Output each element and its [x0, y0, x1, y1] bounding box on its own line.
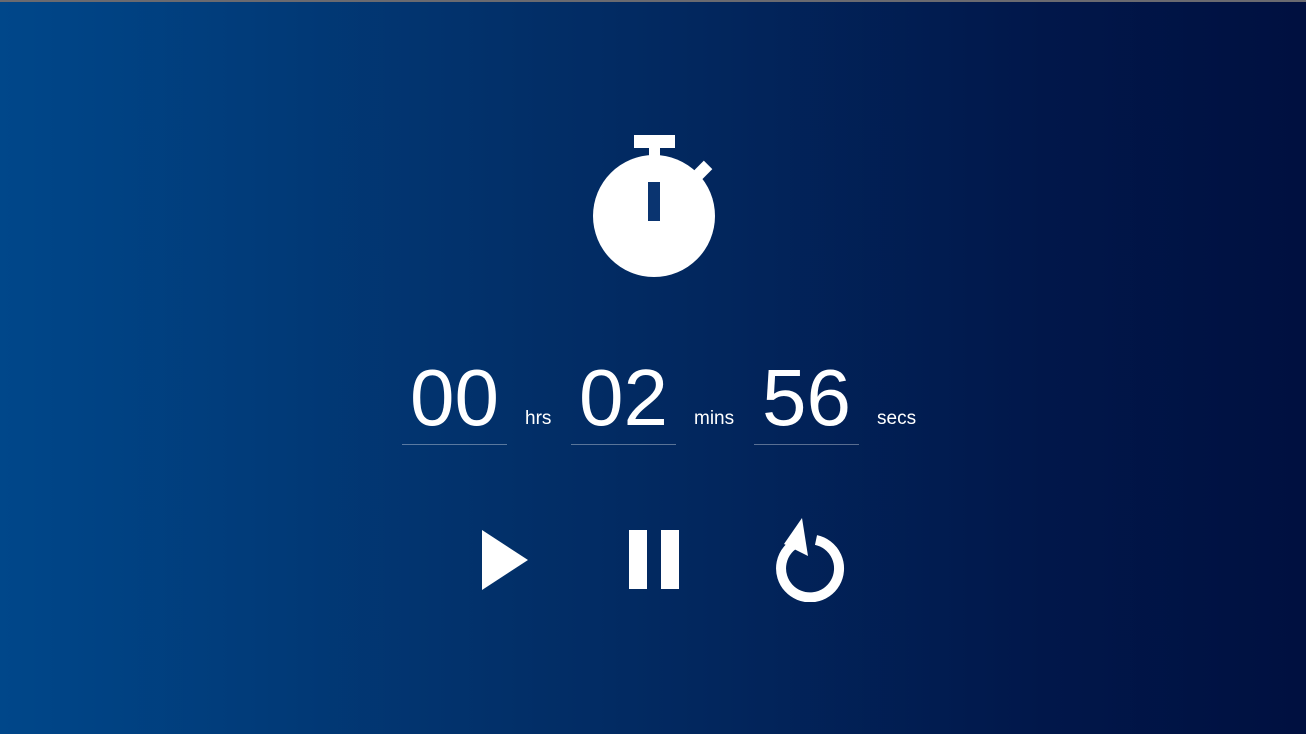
play-button[interactable]: [478, 528, 532, 592]
minutes-field[interactable]: 02: [571, 354, 676, 445]
seconds-label: secs: [877, 408, 917, 429]
seconds-field[interactable]: 56: [754, 354, 859, 445]
timer-controls: [0, 514, 1306, 614]
stopwatch-icon: [591, 132, 717, 278]
hours-field[interactable]: 00: [402, 354, 507, 445]
reset-button[interactable]: [770, 516, 848, 602]
timer-screen: 00 hrs 02 mins 56 secs: [0, 0, 1306, 734]
restart-icon: [770, 516, 848, 602]
pause-icon: [626, 528, 682, 592]
play-icon: [478, 528, 532, 592]
time-display: 00 hrs 02 mins 56 secs: [0, 354, 1306, 454]
pause-button[interactable]: [626, 528, 682, 592]
minutes-label: mins: [694, 408, 735, 429]
hours-label: hrs: [525, 408, 552, 429]
